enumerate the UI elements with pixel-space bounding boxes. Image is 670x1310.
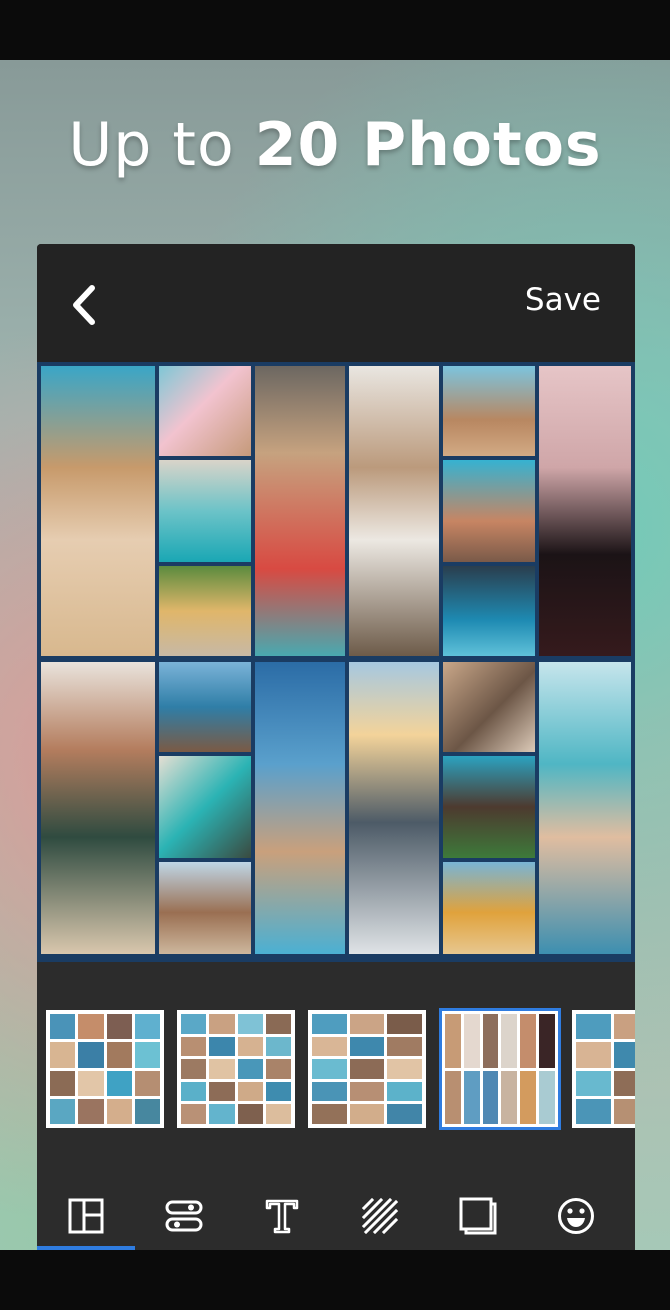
layout-thumb-2[interactable]: [177, 1010, 295, 1128]
photo-cell[interactable]: [539, 662, 631, 954]
spacing-icon: [165, 1200, 203, 1232]
photo-cell[interactable]: [41, 366, 155, 656]
back-button[interactable]: [63, 280, 103, 330]
photo-cell[interactable]: [443, 662, 535, 752]
pattern-tool[interactable]: [331, 1184, 429, 1248]
layout-tool[interactable]: [37, 1184, 135, 1248]
photo-cell[interactable]: [443, 460, 535, 562]
photo-cell[interactable]: [443, 566, 535, 656]
photo-cell[interactable]: [159, 662, 251, 752]
smiley-icon: [558, 1198, 594, 1234]
chevron-left-icon: [73, 285, 95, 325]
text-icon: [265, 1199, 299, 1234]
photo-cell[interactable]: [255, 662, 345, 954]
save-button[interactable]: Save: [525, 282, 601, 318]
photo-cell[interactable]: [349, 662, 439, 954]
photo-cell[interactable]: [41, 662, 155, 954]
photo-cell[interactable]: [539, 366, 631, 656]
layout-thumb-3[interactable]: [308, 1010, 426, 1128]
layout-thumb-5[interactable]: [572, 1010, 635, 1128]
editor-toolbar: [37, 1184, 635, 1250]
navigation-bar: [0, 1250, 670, 1310]
layout-thumb-1[interactable]: [46, 1010, 164, 1128]
spacing-tool[interactable]: [135, 1184, 233, 1248]
photo-cell[interactable]: [159, 756, 251, 858]
border-tool[interactable]: [429, 1184, 527, 1248]
photo-cell[interactable]: [255, 366, 345, 656]
photo-cell[interactable]: [159, 566, 251, 656]
photo-cell[interactable]: [159, 366, 251, 456]
photo-cell[interactable]: [443, 366, 535, 456]
sticker-tool[interactable]: [527, 1184, 625, 1248]
photo-collage[interactable]: [37, 362, 635, 962]
layout-icon: [68, 1198, 104, 1234]
layout-thumb-4[interactable]: [439, 1008, 561, 1130]
status-bar: [0, 0, 670, 60]
headline-light-text: Up to: [68, 110, 255, 180]
text-tool[interactable]: [233, 1184, 331, 1248]
photo-cell[interactable]: [349, 366, 439, 656]
headline: Up to 20 Photos: [0, 110, 670, 180]
border-icon: [459, 1197, 497, 1235]
app-header: Save: [37, 244, 635, 362]
photo-cell[interactable]: [443, 862, 535, 954]
pattern-icon: [362, 1198, 398, 1234]
photo-cell[interactable]: [159, 460, 251, 562]
headline-bold-text: 20 Photos: [254, 110, 602, 180]
app-screen: Save: [37, 244, 635, 1250]
layout-picker: [37, 962, 635, 1184]
photo-cell[interactable]: [159, 862, 251, 954]
photo-cell[interactable]: [443, 756, 535, 858]
